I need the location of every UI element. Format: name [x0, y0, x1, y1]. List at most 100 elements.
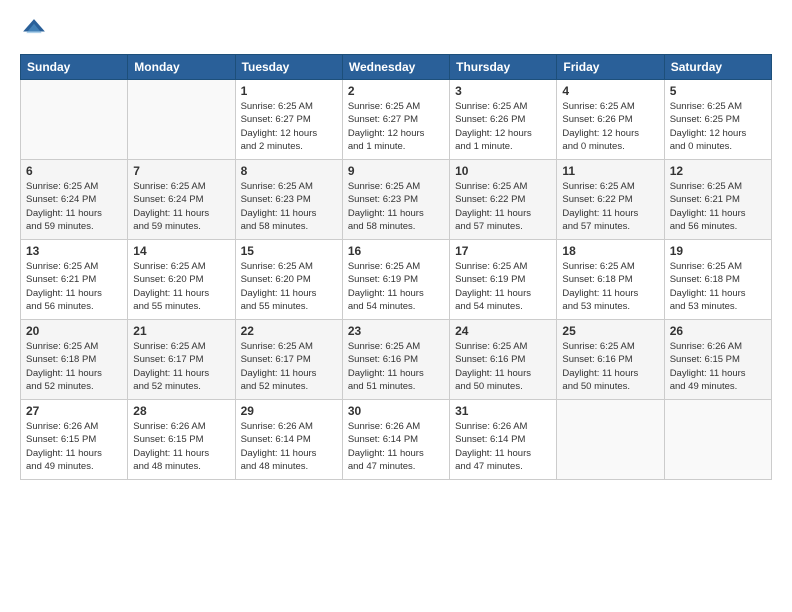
- day-number: 9: [348, 164, 444, 178]
- day-info: Sunrise: 6:26 AM Sunset: 6:14 PM Dayligh…: [348, 420, 444, 473]
- day-number: 26: [670, 324, 766, 338]
- calendar-table: Sunday Monday Tuesday Wednesday Thursday…: [20, 54, 772, 480]
- week-row-1: 1 Sunrise: 6:25 AM Sunset: 6:27 PM Daylig…: [21, 80, 772, 160]
- day-info: Sunrise: 6:25 AM Sunset: 6:25 PM Dayligh…: [670, 100, 766, 153]
- week-row-5: 27 Sunrise: 6:26 AM Sunset: 6:15 PM Dayli…: [21, 400, 772, 480]
- day-number: 7: [133, 164, 229, 178]
- day-number: 16: [348, 244, 444, 258]
- day-cell: 30Sunrise: 6:26 AM Sunset: 6:14 PM Dayli…: [342, 400, 449, 480]
- day-number: 19: [670, 244, 766, 258]
- day-cell: 31Sunrise: 6:26 AM Sunset: 6:14 PM Dayli…: [450, 400, 557, 480]
- day-info: Sunrise: 6:25 AM Sunset: 6:27 PM Dayligh…: [241, 100, 337, 153]
- th-saturday: Saturday: [664, 55, 771, 80]
- day-cell: [128, 80, 235, 160]
- logo: [20, 16, 52, 44]
- day-info: Sunrise: 6:26 AM Sunset: 6:14 PM Dayligh…: [455, 420, 551, 473]
- day-number: 21: [133, 324, 229, 338]
- day-cell: 20 Sunrise: 6:25 AM Sunset: 6:18 PM Dayli…: [21, 320, 128, 400]
- header: [20, 16, 772, 44]
- day-cell: 22 Sunrise: 6:25 AM Sunset: 6:17 PM Dayli…: [235, 320, 342, 400]
- logo-icon: [20, 16, 48, 44]
- day-info: Sunrise: 6:25 AM Sunset: 6:23 PM Dayligh…: [348, 180, 444, 233]
- day-number: 18: [562, 244, 658, 258]
- day-number: 25: [562, 324, 658, 338]
- day-number: 24: [455, 324, 551, 338]
- day-cell: 29Sunrise: 6:26 AM Sunset: 6:14 PM Dayli…: [235, 400, 342, 480]
- day-info: Sunrise: 6:25 AM Sunset: 6:23 PM Dayligh…: [241, 180, 337, 233]
- day-number: 1: [241, 84, 337, 98]
- page: Sunday Monday Tuesday Wednesday Thursday…: [0, 0, 792, 612]
- day-info: Sunrise: 6:25 AM Sunset: 6:22 PM Dayligh…: [562, 180, 658, 233]
- day-cell: [21, 80, 128, 160]
- day-cell: 6 Sunrise: 6:25 AM Sunset: 6:24 PM Daylig…: [21, 160, 128, 240]
- day-number: 8: [241, 164, 337, 178]
- day-number: 13: [26, 244, 122, 258]
- day-cell: 25 Sunrise: 6:25 AM Sunset: 6:16 PM Dayli…: [557, 320, 664, 400]
- header-row: Sunday Monday Tuesday Wednesday Thursday…: [21, 55, 772, 80]
- day-cell: 16 Sunrise: 6:25 AM Sunset: 6:19 PM Dayli…: [342, 240, 449, 320]
- day-number: 29: [241, 404, 337, 418]
- day-number: 27: [26, 404, 122, 418]
- day-cell: 14 Sunrise: 6:25 AM Sunset: 6:20 PM Dayli…: [128, 240, 235, 320]
- day-info: Sunrise: 6:25 AM Sunset: 6:21 PM Dayligh…: [26, 260, 122, 313]
- day-cell: 9 Sunrise: 6:25 AM Sunset: 6:23 PM Daylig…: [342, 160, 449, 240]
- day-info: Sunrise: 6:25 AM Sunset: 6:26 PM Dayligh…: [455, 100, 551, 153]
- day-cell: 23Sunrise: 6:25 AM Sunset: 6:16 PM Dayli…: [342, 320, 449, 400]
- day-number: 15: [241, 244, 337, 258]
- day-number: 6: [26, 164, 122, 178]
- day-info: Sunrise: 6:25 AM Sunset: 6:27 PM Dayligh…: [348, 100, 444, 153]
- day-cell: 24 Sunrise: 6:25 AM Sunset: 6:16 PM Dayli…: [450, 320, 557, 400]
- th-sunday: Sunday: [21, 55, 128, 80]
- day-cell: 28 Sunrise: 6:26 AM Sunset: 6:15 PM Dayli…: [128, 400, 235, 480]
- day-cell: 18 Sunrise: 6:25 AM Sunset: 6:18 PM Dayli…: [557, 240, 664, 320]
- day-info: Sunrise: 6:25 AM Sunset: 6:16 PM Dayligh…: [455, 340, 551, 393]
- day-info: Sunrise: 6:25 AM Sunset: 6:18 PM Dayligh…: [562, 260, 658, 313]
- week-row-3: 13 Sunrise: 6:25 AM Sunset: 6:21 PM Dayli…: [21, 240, 772, 320]
- day-info: Sunrise: 6:25 AM Sunset: 6:24 PM Dayligh…: [26, 180, 122, 233]
- th-wednesday: Wednesday: [342, 55, 449, 80]
- day-info: Sunrise: 6:25 AM Sunset: 6:20 PM Dayligh…: [241, 260, 337, 313]
- th-monday: Monday: [128, 55, 235, 80]
- day-info: Sunrise: 6:25 AM Sunset: 6:18 PM Dayligh…: [670, 260, 766, 313]
- day-info: Sunrise: 6:26 AM Sunset: 6:15 PM Dayligh…: [670, 340, 766, 393]
- day-cell: 13 Sunrise: 6:25 AM Sunset: 6:21 PM Dayli…: [21, 240, 128, 320]
- day-info: Sunrise: 6:25 AM Sunset: 6:20 PM Dayligh…: [133, 260, 229, 313]
- day-number: 5: [670, 84, 766, 98]
- day-number: 22: [241, 324, 337, 338]
- day-number: 20: [26, 324, 122, 338]
- day-info: Sunrise: 6:25 AM Sunset: 6:22 PM Dayligh…: [455, 180, 551, 233]
- day-cell: 27Sunrise: 6:26 AM Sunset: 6:15 PM Dayli…: [21, 400, 128, 480]
- day-info: Sunrise: 6:25 AM Sunset: 6:26 PM Dayligh…: [562, 100, 658, 153]
- day-info: Sunrise: 6:25 AM Sunset: 6:19 PM Dayligh…: [348, 260, 444, 313]
- day-cell: [557, 400, 664, 480]
- day-info: Sunrise: 6:25 AM Sunset: 6:17 PM Dayligh…: [133, 340, 229, 393]
- day-number: 3: [455, 84, 551, 98]
- day-cell: 11 Sunrise: 6:25 AM Sunset: 6:22 PM Dayli…: [557, 160, 664, 240]
- day-info: Sunrise: 6:25 AM Sunset: 6:21 PM Dayligh…: [670, 180, 766, 233]
- week-row-4: 20 Sunrise: 6:25 AM Sunset: 6:18 PM Dayli…: [21, 320, 772, 400]
- th-thursday: Thursday: [450, 55, 557, 80]
- day-number: 12: [670, 164, 766, 178]
- day-number: 23: [348, 324, 444, 338]
- day-cell: 2 Sunrise: 6:25 AM Sunset: 6:27 PM Daylig…: [342, 80, 449, 160]
- day-cell: 7 Sunrise: 6:25 AM Sunset: 6:24 PM Daylig…: [128, 160, 235, 240]
- day-cell: 3 Sunrise: 6:25 AM Sunset: 6:26 PM Daylig…: [450, 80, 557, 160]
- day-info: Sunrise: 6:26 AM Sunset: 6:15 PM Dayligh…: [133, 420, 229, 473]
- day-info: Sunrise: 6:25 AM Sunset: 6:19 PM Dayligh…: [455, 260, 551, 313]
- day-info: Sunrise: 6:25 AM Sunset: 6:18 PM Dayligh…: [26, 340, 122, 393]
- day-number: 28: [133, 404, 229, 418]
- day-cell: 17Sunrise: 6:25 AM Sunset: 6:19 PM Dayli…: [450, 240, 557, 320]
- day-cell: 5 Sunrise: 6:25 AM Sunset: 6:25 PM Daylig…: [664, 80, 771, 160]
- day-info: Sunrise: 6:25 AM Sunset: 6:24 PM Dayligh…: [133, 180, 229, 233]
- day-cell: 21 Sunrise: 6:25 AM Sunset: 6:17 PM Dayli…: [128, 320, 235, 400]
- th-tuesday: Tuesday: [235, 55, 342, 80]
- day-number: 4: [562, 84, 658, 98]
- day-number: 14: [133, 244, 229, 258]
- day-info: Sunrise: 6:25 AM Sunset: 6:16 PM Dayligh…: [562, 340, 658, 393]
- day-cell: 10Sunrise: 6:25 AM Sunset: 6:22 PM Dayli…: [450, 160, 557, 240]
- day-info: Sunrise: 6:25 AM Sunset: 6:17 PM Dayligh…: [241, 340, 337, 393]
- day-cell: 8 Sunrise: 6:25 AM Sunset: 6:23 PM Daylig…: [235, 160, 342, 240]
- day-number: 11: [562, 164, 658, 178]
- day-cell: 1 Sunrise: 6:25 AM Sunset: 6:27 PM Daylig…: [235, 80, 342, 160]
- day-number: 2: [348, 84, 444, 98]
